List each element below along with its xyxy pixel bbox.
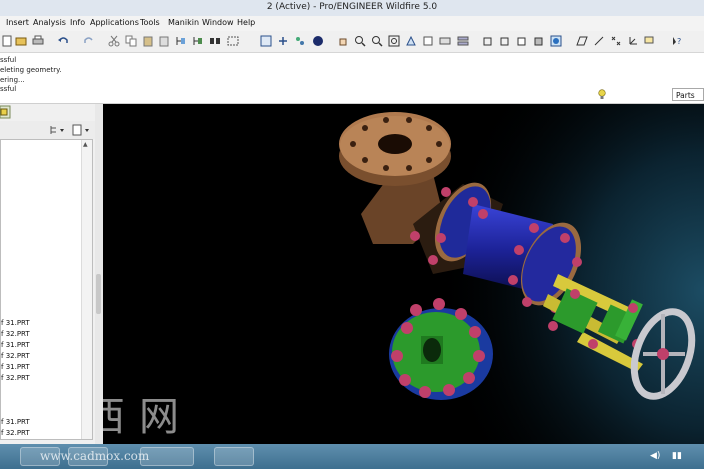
navigator-header <box>0 121 95 139</box>
find-icon[interactable] <box>208 34 221 47</box>
new-file-icon[interactable] <box>0 34 13 47</box>
lightbulb-icon[interactable] <box>598 89 606 100</box>
tree-item[interactable]: f 31.PRT <box>1 341 30 349</box>
enhanced-realism-icon[interactable] <box>549 34 562 47</box>
taskbar-button-app[interactable] <box>214 447 254 466</box>
datum-planes-icon[interactable] <box>575 34 588 47</box>
tree-item[interactable]: f 31.PRT <box>1 319 30 327</box>
menu-help[interactable]: Help <box>237 18 255 27</box>
repaint-icon[interactable] <box>259 34 272 47</box>
message-line: ssful <box>0 85 17 93</box>
message-line: ering... <box>0 76 25 84</box>
open-file-icon[interactable] <box>14 34 27 47</box>
model-tree: f 31.PRT f 32.PRT f 31.PRT f 32.PRT f 31… <box>0 139 93 440</box>
regen-manager-icon[interactable] <box>191 34 204 47</box>
layers-icon[interactable] <box>456 34 469 47</box>
zoom-in-icon[interactable] <box>353 34 366 47</box>
show-menu-icon[interactable] <box>48 124 66 138</box>
network-icon[interactable]: ▮▮ <box>672 451 682 461</box>
tree-item[interactable]: f 31.PRT <box>1 418 30 426</box>
redo-icon[interactable] <box>82 34 95 47</box>
refit-icon[interactable] <box>387 34 400 47</box>
pan-hand-icon[interactable] <box>336 34 349 47</box>
appearance-icon[interactable] <box>311 34 324 47</box>
print-icon[interactable] <box>31 34 44 47</box>
orient-mode-icon[interactable] <box>293 34 306 47</box>
graphics-window[interactable]: 莫 西 网 <box>103 104 704 444</box>
tree-item[interactable]: f 32.PRT <box>1 429 30 437</box>
menu-insert[interactable]: Insert <box>6 18 29 27</box>
hidden-line-icon[interactable] <box>498 34 511 47</box>
paste-icon[interactable] <box>141 34 154 47</box>
valve-assembly-model: 莫 西 网 <box>103 104 704 444</box>
shading-icon[interactable] <box>532 34 545 47</box>
watermark-char: 网 <box>139 394 179 440</box>
menu-manikin[interactable]: Manikin <box>168 18 199 27</box>
settings-menu-icon[interactable] <box>71 124 91 138</box>
spin-center-icon[interactable] <box>276 34 289 47</box>
message-line: eleting geometry. <box>0 66 62 74</box>
tree-scrollbar[interactable]: ▲ <box>81 140 92 439</box>
navigator-tabs <box>0 104 16 120</box>
undo-icon[interactable] <box>56 34 69 47</box>
tree-item[interactable]: f 32.PRT <box>1 330 30 338</box>
menu-tools[interactable]: Tools <box>140 18 160 27</box>
selection-filter[interactable]: Parts <box>672 88 704 101</box>
scroll-up-arrow[interactable]: ▲ <box>83 142 90 148</box>
title-bar: 2 (Active) - Pro/ENGINEER Wildfire 5.0 <box>0 0 704 17</box>
datum-points-icon[interactable] <box>609 34 622 47</box>
menu-analysis[interactable]: Analysis <box>33 18 66 27</box>
annotations-icon[interactable] <box>643 34 656 47</box>
view-manager-icon[interactable] <box>438 34 451 47</box>
watermark: 莫 西 网 <box>103 394 179 440</box>
coordinate-systems-icon[interactable] <box>626 34 639 47</box>
zoom-out-icon[interactable] <box>370 34 383 47</box>
watermark-url: www.cadmox.com <box>40 449 150 463</box>
toolbar: ? <box>0 31 704 53</box>
taskbar: www.cadmox.com ◀) ▮▮ <box>0 444 704 469</box>
tree-item[interactable]: f 31.PRT <box>1 363 30 371</box>
cut-icon[interactable] <box>107 34 120 47</box>
wireframe-icon[interactable] <box>481 34 494 47</box>
datum-axes-icon[interactable] <box>592 34 605 47</box>
message-line: ssful <box>0 56 17 64</box>
volume-icon[interactable]: ◀) <box>650 451 660 461</box>
tree-item[interactable]: f 32.PRT <box>1 374 30 382</box>
tree-item[interactable]: f 32.PRT <box>1 352 30 360</box>
watermark-char: 西 <box>103 394 125 440</box>
menu-bar: Insert Analysis Info Applications Tools … <box>0 16 704 31</box>
menu-info[interactable]: Info <box>70 18 85 27</box>
svg-text:?: ? <box>677 37 681 46</box>
saved-views-icon[interactable] <box>421 34 434 47</box>
copy-icon[interactable] <box>124 34 137 47</box>
menu-window[interactable]: Window <box>202 18 234 27</box>
no-hidden-icon[interactable] <box>515 34 528 47</box>
regenerate-icon[interactable] <box>174 34 187 47</box>
select-box-icon[interactable] <box>226 34 239 47</box>
panel-sash[interactable] <box>95 104 103 444</box>
reorient-icon[interactable] <box>404 34 417 47</box>
context-help-icon[interactable]: ? <box>670 34 683 47</box>
paste-special-icon[interactable] <box>157 34 170 47</box>
menu-applications[interactable]: Applications <box>90 18 139 27</box>
window-title: 2 (Active) - Pro/ENGINEER Wildfire 5.0 <box>266 2 438 12</box>
